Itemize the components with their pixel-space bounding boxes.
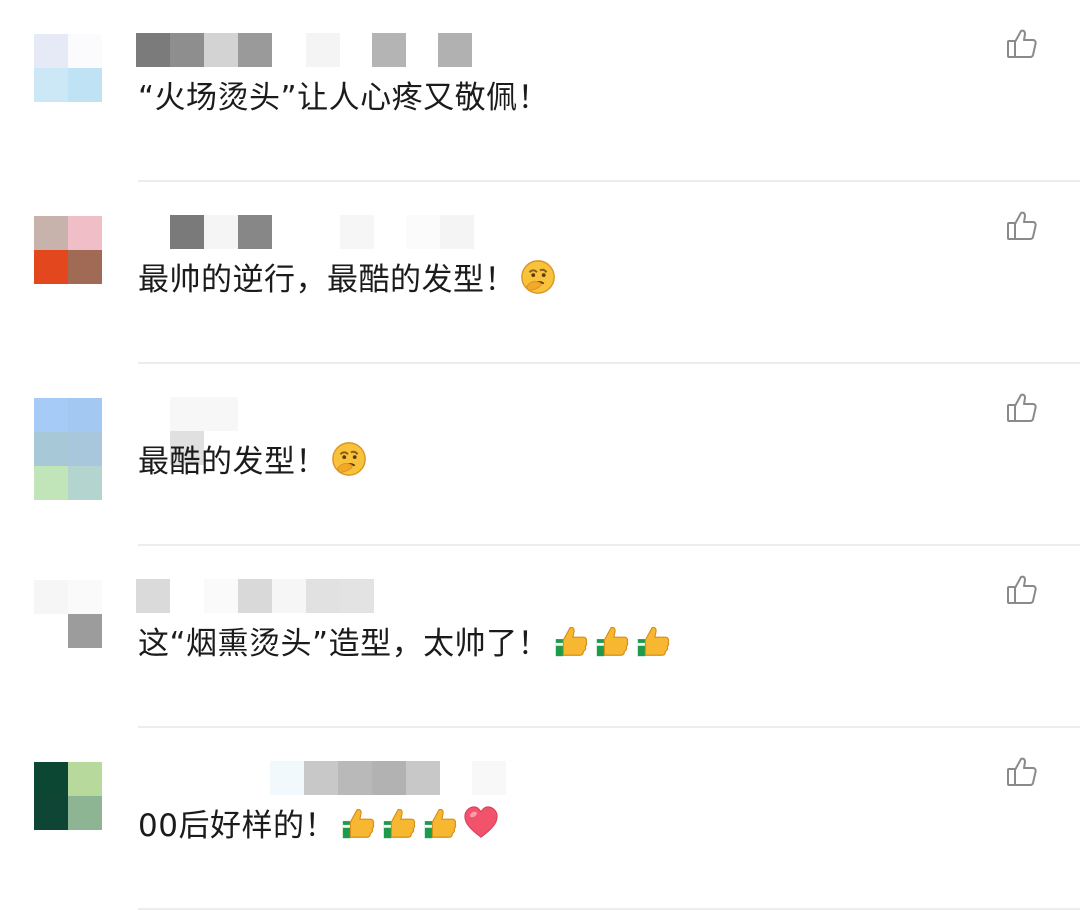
thumbs-up-outline-icon	[1004, 29, 1040, 66]
username-pixel	[406, 215, 440, 249]
avatar-pixel	[34, 398, 68, 432]
thumbs-up-icon	[421, 804, 459, 842]
like-button[interactable]	[1004, 26, 1040, 62]
username-pixel	[272, 215, 306, 249]
username-pixel	[270, 761, 304, 795]
comment-text: 最帅的逆行，最酷的发型！	[138, 258, 557, 302]
avatar-pixel	[68, 250, 102, 284]
comment-item: 00后好样的！	[0, 728, 1080, 910]
avatar-pixel	[68, 34, 102, 68]
avatar[interactable]	[34, 216, 102, 284]
comment-item: 这“烟熏烫头”造型，太帅了！	[0, 546, 1080, 728]
comment-text-content: “火场烫头”让人心疼又敬佩！	[138, 80, 550, 116]
comment-item: “火场烫头”让人心疼又敬佩！	[0, 0, 1080, 182]
username-pixel	[170, 397, 238, 431]
username-pixel	[170, 215, 204, 249]
avatar-pixel	[34, 762, 68, 796]
avatar[interactable]	[34, 34, 102, 102]
username-pixel	[306, 579, 340, 613]
avatar-pixel	[34, 250, 68, 284]
avatar-pixel	[68, 614, 102, 648]
like-button[interactable]	[1004, 208, 1040, 244]
username-pixel	[204, 579, 238, 613]
comment-item: 最帅的逆行，最酷的发型！	[0, 182, 1080, 364]
avatar-pixel	[34, 34, 68, 68]
username-pixel	[372, 761, 406, 795]
avatar-pixel	[68, 466, 102, 500]
avatar-pixel	[68, 216, 102, 250]
like-button[interactable]	[1004, 390, 1040, 426]
comment-text-content: 这“烟熏烫头”造型，太帅了！	[138, 626, 550, 662]
username-pixel	[238, 579, 272, 613]
avatar-pixel	[34, 796, 68, 830]
avatar-pixel	[34, 614, 68, 648]
username-pixel	[340, 579, 374, 613]
comment-text: 00后好样的！	[138, 804, 500, 848]
username-pixel	[306, 33, 340, 67]
username-pixel	[204, 33, 238, 67]
thumbs-up-icon	[339, 804, 377, 842]
avatar-pixel	[34, 466, 68, 500]
username-pixel	[472, 761, 506, 795]
avatar[interactable]	[34, 580, 102, 648]
username-pixel	[238, 33, 272, 67]
thumbs-up-outline-icon	[1004, 393, 1040, 430]
thinking-face-icon	[519, 258, 557, 296]
avatar-pixel	[68, 796, 102, 830]
username-pixel	[170, 33, 204, 67]
comment-text-content: 最帅的逆行，最酷的发型！	[138, 262, 516, 298]
thumbs-up-outline-icon	[1004, 575, 1040, 612]
avatar[interactable]	[34, 762, 102, 830]
like-button[interactable]	[1004, 754, 1040, 790]
avatar-pixel	[34, 580, 68, 614]
red-heart-icon	[462, 804, 500, 842]
username-pixel	[204, 215, 238, 249]
thumbs-up-icon	[380, 804, 418, 842]
username-blurred[interactable]	[136, 761, 506, 795]
avatar-pixel	[68, 398, 102, 432]
username-pixel	[372, 33, 406, 67]
username-pixel	[340, 215, 374, 249]
username-pixel	[304, 761, 338, 795]
thumbs-up-icon	[634, 622, 672, 660]
avatar-pixel	[68, 762, 102, 796]
comment-text-content: 最酷的发型！	[138, 444, 327, 480]
avatar-pixel	[68, 580, 102, 614]
username-blurred[interactable]	[136, 33, 496, 67]
thumbs-up-icon	[593, 622, 631, 660]
username-blurred[interactable]	[136, 215, 496, 249]
like-button[interactable]	[1004, 572, 1040, 608]
avatar-pixel	[68, 432, 102, 466]
username-pixel	[338, 761, 372, 795]
comment-text-content: 00后好样的！	[138, 808, 336, 844]
username-pixel	[238, 215, 272, 249]
avatar-pixel	[34, 432, 68, 466]
username-blurred[interactable]	[136, 397, 496, 465]
username-pixel	[440, 215, 474, 249]
username-pixel	[438, 33, 472, 67]
thumbs-up-outline-icon	[1004, 211, 1040, 248]
comment-text: 这“烟熏烫头”造型，太帅了！	[138, 622, 672, 666]
comment-text: “火场烫头”让人心疼又敬佩！	[138, 76, 549, 120]
avatar-pixel	[68, 68, 102, 102]
username-blurred[interactable]	[136, 579, 496, 613]
username-pixel	[272, 579, 306, 613]
username-pixel	[136, 33, 170, 67]
username-pixel	[136, 215, 170, 249]
thumbs-up-outline-icon	[1004, 757, 1040, 794]
thinking-face-icon	[330, 440, 368, 478]
avatar-pixel	[34, 68, 68, 102]
username-pixel	[406, 761, 440, 795]
avatar[interactable]	[34, 398, 102, 500]
username-pixel	[136, 579, 170, 613]
comment-item: 最酷的发型！	[0, 364, 1080, 546]
thumbs-up-icon	[552, 622, 590, 660]
avatar-pixel	[34, 216, 68, 250]
comment-text: 最酷的发型！	[138, 440, 368, 484]
